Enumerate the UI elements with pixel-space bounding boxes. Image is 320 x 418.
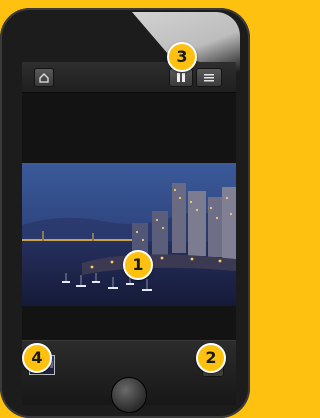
home-icon bbox=[39, 73, 49, 83]
menu-icon bbox=[204, 74, 214, 82]
callout-marker-4: 4 bbox=[22, 343, 52, 373]
callout-marker-3: 3 bbox=[167, 42, 197, 72]
callout-marker-2: 2 bbox=[196, 343, 226, 373]
shutter-button[interactable] bbox=[111, 377, 147, 413]
menu-button[interactable] bbox=[196, 68, 222, 87]
home-button[interactable] bbox=[34, 68, 54, 87]
city-harbor-night-photo bbox=[22, 163, 236, 306]
callout-marker-1: 1 bbox=[123, 250, 153, 280]
